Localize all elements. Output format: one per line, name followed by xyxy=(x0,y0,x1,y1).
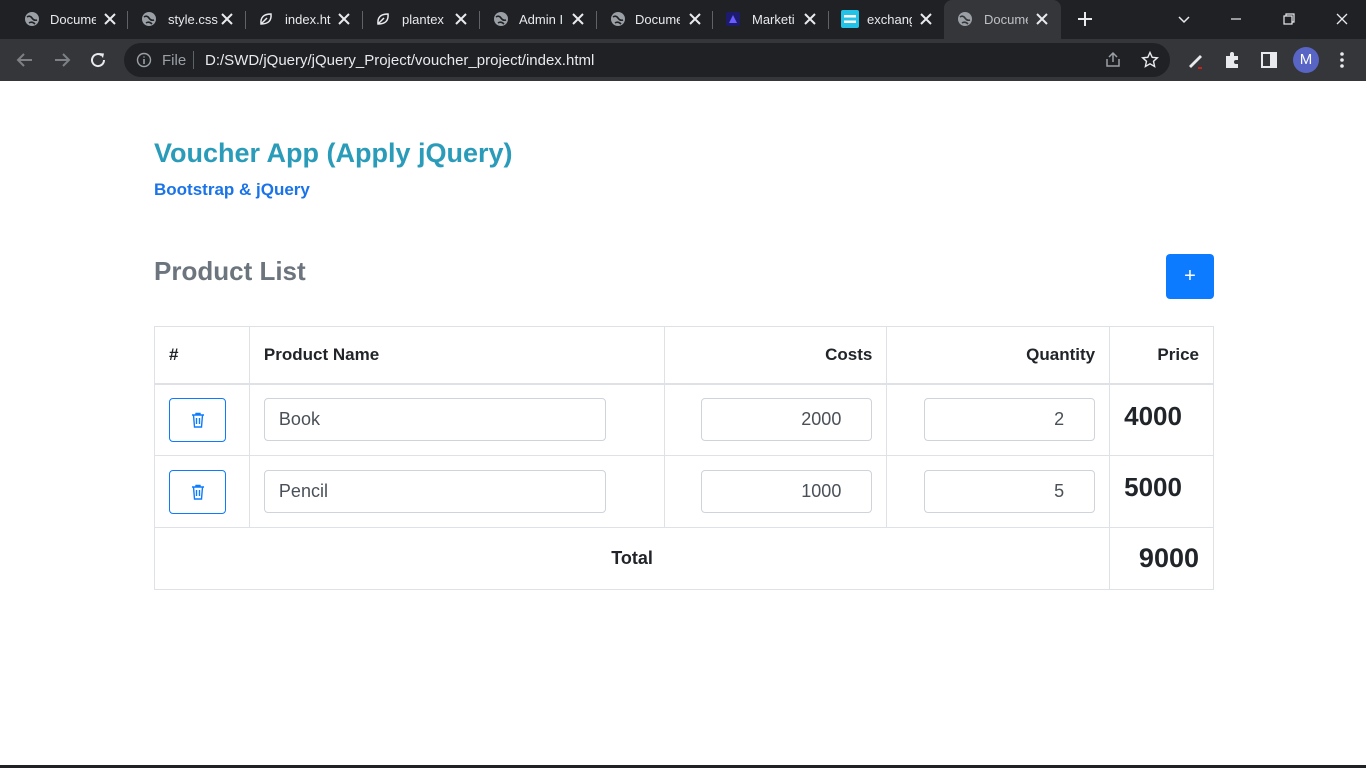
globe-icon xyxy=(494,12,508,26)
reload-icon[interactable] xyxy=(88,50,108,70)
tab-label: style.css xyxy=(168,12,218,27)
total-value: 9000 xyxy=(1109,527,1214,590)
section-title: Product List xyxy=(154,256,306,286)
product-name-input[interactable] xyxy=(263,470,606,513)
tab-label: Marketi xyxy=(752,12,795,27)
col-header-number: # xyxy=(154,326,250,385)
col-header-costs: Costs xyxy=(663,326,888,385)
restore-icon[interactable] xyxy=(1280,10,1298,28)
quantity-input[interactable] xyxy=(924,398,1096,442)
delete-row-button[interactable] xyxy=(169,469,226,514)
tab-strip: Docume style.css index.ht plantex Admin … xyxy=(0,0,1366,39)
total-label: Total xyxy=(153,527,1111,590)
globe-icon xyxy=(142,12,156,26)
leaf-icon xyxy=(377,13,389,25)
trash-icon xyxy=(191,412,204,428)
globe-icon xyxy=(611,12,625,26)
add-product-button[interactable]: + xyxy=(1166,254,1214,299)
page-subtitle: Bootstrap & jQuery xyxy=(154,180,310,199)
info-icon[interactable] xyxy=(136,52,152,68)
row-price: 4000 xyxy=(1109,383,1214,456)
row-price: 5000 xyxy=(1109,455,1214,528)
tab-label: index.ht xyxy=(285,12,331,27)
close-icon[interactable] xyxy=(454,12,468,26)
tab-label: Docume xyxy=(635,12,680,27)
close-icon[interactable] xyxy=(337,12,351,26)
close-icon[interactable] xyxy=(919,12,933,26)
minimize-icon[interactable] xyxy=(1227,10,1245,28)
delete-row-button[interactable] xyxy=(169,397,226,442)
close-icon[interactable] xyxy=(688,12,702,26)
exchange-icon xyxy=(841,10,859,28)
cost-input[interactable] xyxy=(701,470,873,513)
close-icon[interactable] xyxy=(803,12,817,26)
address-bar[interactable]: File D:/SWD/jQuery/jQuery_Project/vouche… xyxy=(124,43,1170,77)
scheme-label: File xyxy=(162,52,187,69)
menu-dots-icon[interactable] xyxy=(1332,50,1352,70)
close-icon[interactable] xyxy=(571,12,585,26)
tab-search-chevron-icon[interactable] xyxy=(1175,10,1193,28)
trash-icon xyxy=(191,484,204,500)
close-icon[interactable] xyxy=(220,12,234,26)
tab-label: plantex xyxy=(402,12,444,27)
globe-icon xyxy=(958,12,972,26)
browser-tab[interactable]: Marketi xyxy=(713,0,828,39)
back-icon[interactable] xyxy=(15,50,35,70)
table-row: 4000 xyxy=(154,383,1214,456)
table-row: 5000 xyxy=(154,455,1214,528)
side-panel-icon[interactable] xyxy=(1259,50,1279,70)
pen-icon[interactable] xyxy=(1186,50,1206,70)
browser-toolbar: File D:/SWD/jQuery/jQuery_Project/vouche… xyxy=(0,39,1366,81)
leaf-icon xyxy=(260,13,272,25)
browser-tab-active[interactable]: Docume xyxy=(944,0,1061,39)
browser-tab[interactable]: exchang xyxy=(829,0,944,39)
total-row: Total 9000 xyxy=(153,527,1214,590)
product-name-input[interactable] xyxy=(263,398,606,442)
new-tab-icon[interactable] xyxy=(1076,10,1094,28)
url-text[interactable]: D:/SWD/jQuery/jQuery_Project/voucher_pro… xyxy=(205,52,594,69)
col-header-price: Price xyxy=(1109,326,1214,385)
quantity-input[interactable] xyxy=(924,470,1096,513)
tab-label: Docume xyxy=(984,12,1028,27)
table-header-row: # Product Name Costs Quantity Price xyxy=(154,326,1214,385)
tab-label: Admin I xyxy=(519,12,563,27)
browser-tab[interactable]: Admin I xyxy=(480,0,596,39)
tab-label: exchang xyxy=(867,12,912,27)
page-title: Voucher App (Apply jQuery) xyxy=(154,138,513,168)
col-header-product-name: Product Name xyxy=(248,326,665,385)
browser-tab[interactable]: Docume xyxy=(6,0,126,39)
close-icon[interactable] xyxy=(103,12,117,26)
window-close-icon[interactable] xyxy=(1333,10,1351,28)
browser-tab[interactable]: index.ht xyxy=(246,0,362,39)
globe-icon xyxy=(25,12,39,26)
cost-input[interactable] xyxy=(701,398,873,442)
forward-icon[interactable] xyxy=(52,50,72,70)
col-header-quantity: Quantity xyxy=(886,326,1111,385)
marketing-icon xyxy=(726,12,740,26)
close-icon[interactable] xyxy=(1035,12,1049,26)
browser-tab[interactable]: plantex xyxy=(363,0,479,39)
bookmark-star-icon[interactable] xyxy=(1141,51,1159,69)
tab-label: Docume xyxy=(50,12,96,27)
profile-avatar[interactable]: M xyxy=(1293,47,1319,73)
share-icon[interactable] xyxy=(1104,51,1122,69)
browser-tab[interactable]: style.css xyxy=(128,0,245,39)
browser-tab[interactable]: Docume xyxy=(597,0,712,39)
extensions-icon[interactable] xyxy=(1222,50,1242,70)
product-table: # Product Name Costs Quantity Price 4000 xyxy=(153,326,1214,590)
